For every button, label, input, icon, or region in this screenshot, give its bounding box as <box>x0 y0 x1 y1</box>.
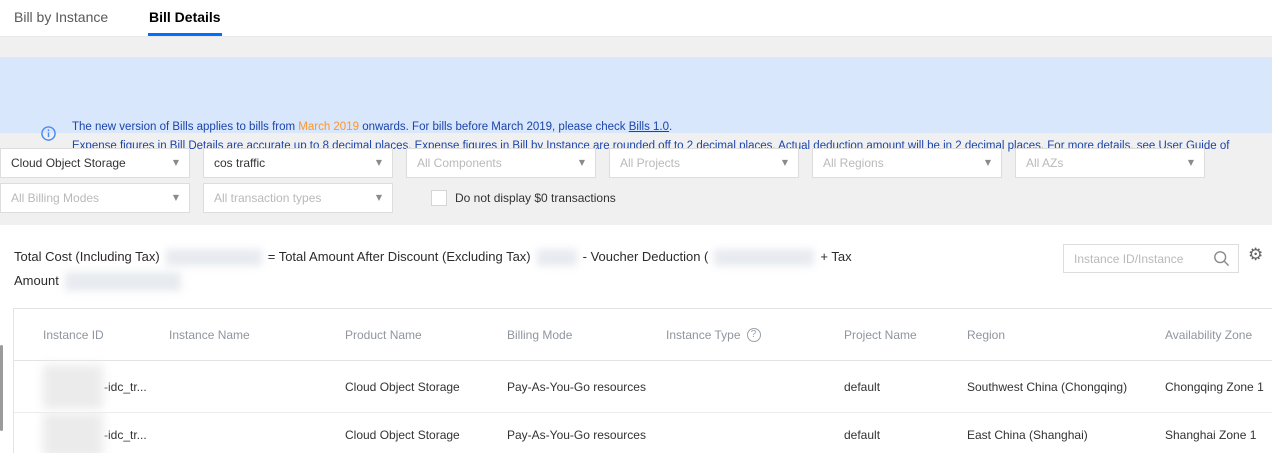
projects-dropdown-value: All Projects <box>620 156 680 170</box>
instance-id-suffix: -idc_tr... <box>104 428 147 442</box>
total-cost-label: Total Cost (Including Tax) <box>14 249 160 264</box>
chevron-down-icon: ▼ <box>1188 149 1194 177</box>
header-instance-id: Instance ID <box>43 328 169 342</box>
chevron-down-icon: ▼ <box>985 149 991 177</box>
product-dropdown-value: Cloud Object Storage <box>11 156 126 170</box>
components-dropdown[interactable]: All Components ▼ <box>406 148 596 178</box>
bills-1-0-link[interactable]: Bills 1.0 <box>629 121 669 133</box>
zero-transactions-label: Do not display $0 transactions <box>455 191 616 205</box>
filter-panel: Cloud Object Storage ▼ cos traffic ▼ All… <box>0 148 1272 213</box>
regions-dropdown-value: All Regions <box>823 156 884 170</box>
cell-instance-id: -idc_tr... <box>43 361 169 412</box>
billing-modes-dropdown-value: All Billing Modes <box>11 191 99 205</box>
banner-line1-pre: The new version of Bills applies to bill… <box>72 121 298 133</box>
chevron-down-icon: ▼ <box>376 184 382 212</box>
cell-availability-zone: Chongqing Zone 1 <box>1165 380 1272 394</box>
cell-availability-zone: Shanghai Zone 1 <box>1165 428 1272 442</box>
after-discount-label: = Total Amount After Discount (Excluding… <box>268 249 531 264</box>
cell-billing-mode: Pay-As-You-Go resources <box>507 380 666 394</box>
search-input[interactable] <box>1064 252 1213 266</box>
zero-transactions-checkbox[interactable] <box>431 190 447 206</box>
filter-row-1: Cloud Object Storage ▼ cos traffic ▼ All… <box>0 148 1272 178</box>
chevron-down-icon: ▼ <box>376 149 382 177</box>
table-row: -idc_tr... Cloud Object Storage Pay-As-Y… <box>14 413 1272 453</box>
info-banner: The new version of Bills applies to bill… <box>0 57 1272 133</box>
azs-dropdown-value: All AZs <box>1026 156 1063 170</box>
transaction-types-dropdown[interactable]: All transaction types ▼ <box>203 183 393 213</box>
filter-row-2: All Billing Modes ▼ All transaction type… <box>0 183 1272 213</box>
cell-project-name: default <box>844 380 967 394</box>
header-instance-name: Instance Name <box>169 328 345 342</box>
summary-line-1: Total Cost (Including Tax) = Total Amount… <box>14 245 974 269</box>
regions-dropdown[interactable]: All Regions ▼ <box>812 148 1002 178</box>
cost-summary: Total Cost (Including Tax) = Total Amount… <box>14 245 974 293</box>
cell-region: East China (Shanghai) <box>967 428 1165 442</box>
cell-billing-mode: Pay-As-You-Go resources <box>507 428 666 442</box>
tax-amount-value-redacted <box>65 272 181 291</box>
header-availability-zone: Availability Zone <box>1165 328 1272 342</box>
header-project-name: Project Name <box>844 328 967 342</box>
tab-bar: Bill by Instance Bill Details <box>0 0 1272 37</box>
tab-bill-by-instance[interactable]: Bill by Instance <box>14 0 108 36</box>
tax-amount-label: Amount <box>14 273 59 288</box>
gear-icon[interactable]: ⚙ <box>1248 247 1263 264</box>
chevron-down-icon: ▼ <box>782 149 788 177</box>
summary-line-2: Amount <box>14 269 974 293</box>
header-instance-type: Instance Type ? <box>666 328 844 342</box>
azs-dropdown[interactable]: All AZs ▼ <box>1015 148 1205 178</box>
voucher-value-redacted <box>714 249 814 266</box>
zero-transactions-checkbox-group[interactable]: Do not display $0 transactions <box>431 190 616 206</box>
help-icon[interactable]: ? <box>747 328 761 342</box>
table-row: -idc_tr... Cloud Object Storage Pay-As-Y… <box>14 361 1272 413</box>
banner-line1-post: . <box>669 121 672 133</box>
transaction-types-dropdown-value: All transaction types <box>214 191 321 205</box>
cell-product-name: Cloud Object Storage <box>345 380 507 394</box>
header-region: Region <box>967 328 1165 342</box>
after-discount-value-redacted <box>537 249 577 266</box>
bill-details-page: Bill by Instance Bill Details The new ve… <box>0 0 1272 453</box>
header-billing-mode: Billing Mode <box>507 328 666 342</box>
cell-product-name: Cloud Object Storage <box>345 428 507 442</box>
voucher-deduction-label: - Voucher Deduction ( <box>583 249 709 264</box>
tab-bill-details[interactable]: Bill Details <box>148 0 222 36</box>
total-cost-value-redacted <box>166 249 262 266</box>
banner-line1-mid: onwards. For bills before March 2019, pl… <box>359 121 629 133</box>
table-header-row: Instance ID Instance Name Product Name B… <box>14 309 1272 361</box>
instance-id-suffix: -idc_tr... <box>104 380 147 394</box>
billing-modes-dropdown[interactable]: All Billing Modes ▼ <box>0 183 190 213</box>
instance-id-redacted <box>43 413 103 453</box>
info-icon <box>41 126 56 141</box>
subproduct-dropdown[interactable]: cos traffic ▼ <box>203 148 393 178</box>
subproduct-dropdown-value: cos traffic <box>214 156 265 170</box>
vertical-scrollbar[interactable] <box>0 345 3 431</box>
cell-project-name: default <box>844 428 967 442</box>
chevron-down-icon: ▼ <box>173 149 179 177</box>
instance-id-redacted <box>43 365 103 409</box>
bill-details-table: Instance ID Instance Name Product Name B… <box>13 308 1272 453</box>
product-dropdown[interactable]: Cloud Object Storage ▼ <box>0 148 190 178</box>
cell-instance-id: -idc_tr... <box>43 413 169 453</box>
cell-region: Southwest China (Chongqing) <box>967 380 1165 394</box>
header-instance-type-label: Instance Type <box>666 328 741 342</box>
banner-line1-highlight: March 2019 <box>298 121 359 133</box>
plus-tax-label: + Tax <box>820 249 851 264</box>
search-icon[interactable] <box>1213 250 1230 267</box>
chevron-down-icon: ▼ <box>579 149 585 177</box>
chevron-down-icon: ▼ <box>173 184 179 212</box>
components-dropdown-value: All Components <box>417 156 502 170</box>
header-product-name: Product Name <box>345 328 507 342</box>
projects-dropdown[interactable]: All Projects ▼ <box>609 148 799 178</box>
search-box <box>1063 244 1239 273</box>
